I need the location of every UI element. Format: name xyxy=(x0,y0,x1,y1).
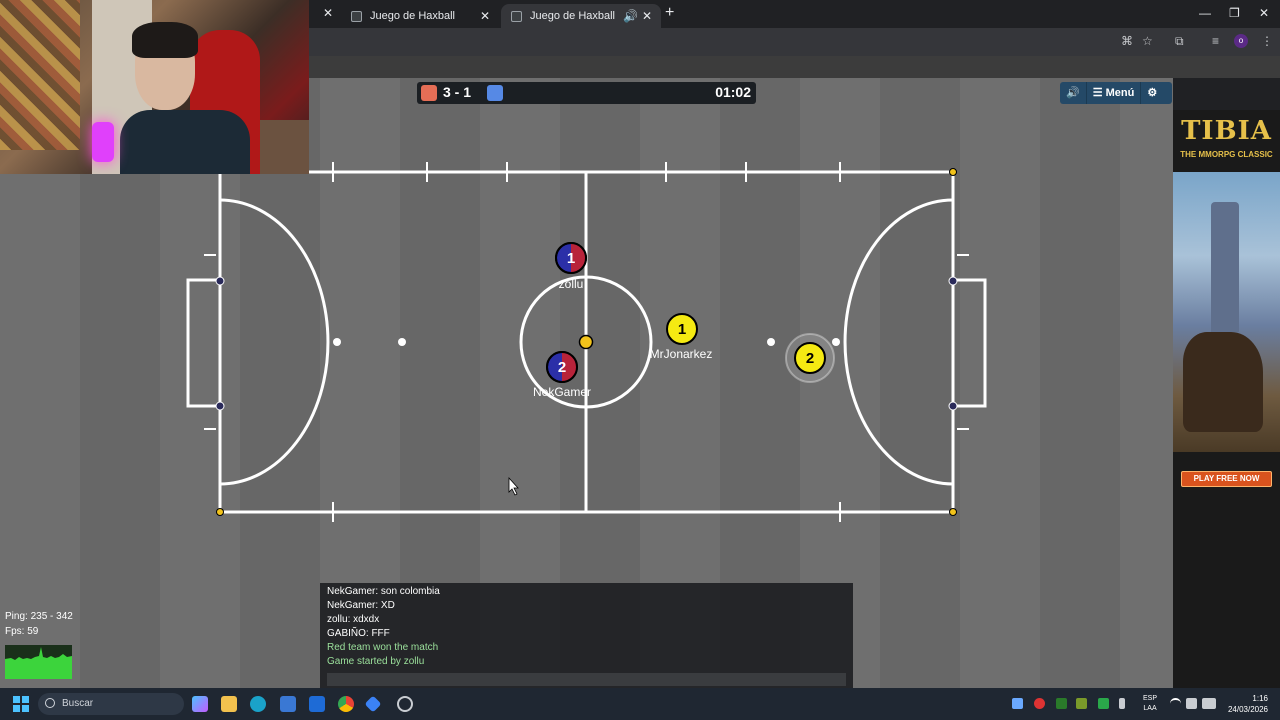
fps-graph xyxy=(5,645,72,679)
streamer-body xyxy=(120,110,250,174)
media-icon[interactable]: ≡ xyxy=(1212,34,1219,48)
nvidia-icon[interactable] xyxy=(1076,698,1087,709)
rgb-lamp xyxy=(92,122,114,162)
player-self: 2 xyxy=(785,333,835,383)
tray-app-icon[interactable] xyxy=(1034,698,1045,709)
svg-text:2: 2 xyxy=(558,359,566,376)
ball xyxy=(578,334,594,350)
extensions-icon[interactable]: ⧉ xyxy=(1175,34,1184,49)
wall-poster xyxy=(0,0,80,150)
svg-text:1: 1 xyxy=(678,321,686,338)
page-header-strip xyxy=(309,56,1280,78)
system-clock[interactable]: 1:16 24/03/2026 xyxy=(1226,693,1268,715)
language-indicator[interactable]: ESP LAA xyxy=(1143,694,1157,714)
gear-icon[interactable]: ⚙ xyxy=(1141,82,1163,104)
game-controls: 🔊 ☰ Menú ⚙ xyxy=(1060,82,1172,104)
close-icon[interactable]: ✕ xyxy=(477,9,493,23)
close-icon[interactable]: ✕ xyxy=(639,9,655,23)
haxball-favicon-icon xyxy=(351,10,362,22)
close-icon[interactable]: ✕ xyxy=(323,6,333,20)
blue-team-badge xyxy=(487,85,503,101)
tab-haxball-2[interactable]: Juego de Haxball 🔊 ✕ xyxy=(501,4,661,28)
speaker-icon[interactable] xyxy=(1186,698,1197,709)
goal-post xyxy=(948,276,958,286)
chat-system-message: Red team won the match xyxy=(327,642,439,653)
network-stats: Ping: 235 - 342 Fps: 59 xyxy=(5,609,73,639)
tab-title: Juego de Haxball xyxy=(530,10,616,22)
goal-post xyxy=(215,276,225,286)
red-team-badge xyxy=(421,85,437,101)
score: 3 - 1 xyxy=(443,84,472,100)
streamer-hair xyxy=(132,22,198,58)
tab-haxball-1[interactable]: Juego de Haxball ✕ xyxy=(341,4,499,28)
tab-title: Juego de Haxball xyxy=(370,10,456,22)
more-icon[interactable]: ⋮ xyxy=(1261,34,1273,48)
tray-app-icon[interactable] xyxy=(1012,698,1023,709)
chat-system-message: Game started by zollu xyxy=(327,656,425,667)
svg-text:2: 2 xyxy=(806,350,814,367)
wifi-icon[interactable] xyxy=(1170,698,1181,709)
match-timer: 01:02 xyxy=(715,84,751,100)
chat-panel: NekGamer: son colombia NekGamer: XD zoll… xyxy=(320,583,853,688)
battery-icon[interactable] xyxy=(1202,698,1216,709)
microphone-icon[interactable] xyxy=(1119,698,1125,709)
svg-text:1: 1 xyxy=(567,250,575,267)
file-explorer-icon[interactable] xyxy=(221,696,237,712)
player-name: zollu xyxy=(559,277,584,291)
restore-icon[interactable]: ❐ xyxy=(1229,6,1240,20)
chat-message: NekGamer: son colombia xyxy=(327,586,440,597)
ping-text: Ping: 235 - 342 xyxy=(5,611,73,622)
player-name: NekGamer xyxy=(533,385,591,399)
audio-icon[interactable]: 🔊 xyxy=(623,9,638,23)
fps-text: Fps: 59 xyxy=(5,626,39,637)
tibia-ad[interactable]: TIBIA THE MMORPG CLASSIC PLAY FREE NOW xyxy=(1173,110,1280,505)
windows-start-icon[interactable] xyxy=(13,696,29,712)
copilot-icon[interactable] xyxy=(192,696,208,712)
profile-avatar[interactable]: o xyxy=(1234,34,1248,48)
star-icon[interactable]: ☆ xyxy=(1142,34,1153,48)
speaker-icon[interactable]: 🔊 xyxy=(1060,82,1087,104)
sparkle-app-icon[interactable] xyxy=(364,695,382,713)
chat-input[interactable] xyxy=(327,673,846,686)
tray-app-icon[interactable] xyxy=(1056,698,1067,709)
window-close-icon[interactable]: ✕ xyxy=(1259,6,1269,20)
chat-message: NekGamer: XD xyxy=(327,600,395,611)
store-icon[interactable] xyxy=(280,696,296,712)
tray-app-icon[interactable] xyxy=(1098,698,1109,709)
shelf xyxy=(260,120,309,174)
chat-message: zollu: xdxdx xyxy=(327,614,380,625)
goal-post xyxy=(948,401,958,411)
new-tab-icon[interactable]: + xyxy=(665,4,674,22)
play-free-button[interactable]: PLAY FREE NOW xyxy=(1181,471,1272,487)
webcam-overlay xyxy=(0,0,309,174)
translate-icon[interactable]: ⌘ xyxy=(1121,34,1133,48)
tab-bar: ✕ Juego de Haxball ✕ Juego de Haxball 🔊 … xyxy=(309,0,1280,28)
ad-artwork xyxy=(1173,172,1280,452)
outlook-icon[interactable] xyxy=(309,696,325,712)
goal-post xyxy=(215,401,225,411)
windows-taskbar: Buscar ESP LAA 1:16 24/03/2026 xyxy=(0,688,1280,720)
haxball-favicon-icon xyxy=(511,10,522,22)
score-bar: 3 - 1 01:02 xyxy=(417,82,756,104)
edge-icon[interactable] xyxy=(250,696,266,712)
player-name: MrJonarkez xyxy=(650,347,713,361)
player-zollu: 1 zollu xyxy=(555,242,587,291)
ad-filler xyxy=(1173,505,1280,688)
browser-toolbar: ⌘ ☆ ⧉ ≡ o ⋮ xyxy=(309,28,1280,56)
chrome-icon[interactable] xyxy=(338,696,354,712)
steam-like-icon[interactable] xyxy=(397,696,413,712)
taskbar-search[interactable]: Buscar xyxy=(38,693,184,715)
ad-tagline: THE MMORPG CLASSIC xyxy=(1180,150,1273,159)
ad-logo: TIBIA xyxy=(1181,116,1272,146)
menu-label: Menú xyxy=(1105,87,1135,99)
chat-message: GABIÑO: FFF xyxy=(327,628,390,639)
minimize-icon[interactable]: — xyxy=(1199,6,1211,20)
search-icon xyxy=(45,698,55,708)
chat-log: NekGamer: son colombia NekGamer: XD zoll… xyxy=(320,585,853,669)
menu-button[interactable]: ☰ Menú xyxy=(1087,82,1142,104)
